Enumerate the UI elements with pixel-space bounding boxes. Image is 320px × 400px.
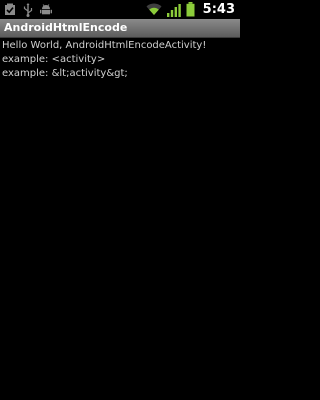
wifi-icon — [146, 3, 162, 15]
app-title: AndroidHtmlEncode — [4, 21, 128, 34]
example-encoded-text: example: &lt;activity&gt; — [2, 68, 128, 79]
notification-icons — [4, 2, 52, 17]
app-title-bar: AndroidHtmlEncode — [0, 19, 240, 38]
hello-text: Hello World, AndroidHtmlEncodeActivity! — [2, 40, 207, 51]
activity-content: Hello World, AndroidHtmlEncodeActivity! … — [2, 39, 238, 81]
signal-icon — [166, 3, 181, 17]
example-decoded-text: example: <activity> — [2, 54, 106, 65]
status-bar: 5:43 — [0, 0, 240, 19]
system-icons: 5:43 — [146, 1, 235, 18]
usb-icon — [23, 2, 33, 17]
screenshot-check-icon — [5, 3, 15, 15]
battery-icon — [186, 2, 195, 17]
android-debug-icon — [40, 4, 52, 15]
status-clock: 5:43 — [202, 2, 235, 17]
